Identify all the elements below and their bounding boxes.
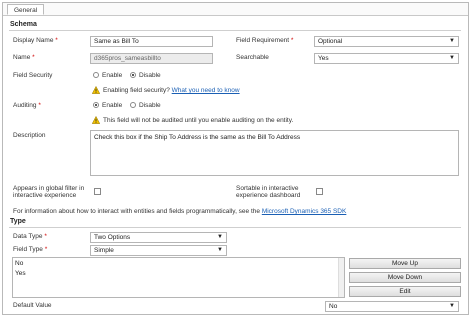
default-value-select[interactable]: No ▼ — [325, 301, 459, 312]
warning-icon — [92, 116, 100, 124]
name-input: d365pros_sameasbillto — [90, 53, 213, 64]
display-name-label: Display Name * — [13, 37, 58, 44]
chevron-down-icon: ▼ — [449, 38, 455, 44]
global-filter-checkbox[interactable] — [94, 188, 101, 195]
field-security-disable-radio[interactable] — [130, 72, 136, 78]
sdk-link[interactable]: Microsoft Dynamics 365 SDK — [262, 208, 347, 215]
move-up-button[interactable]: Move Up — [349, 258, 461, 269]
field-security-help-link[interactable]: What you need to know — [172, 87, 240, 94]
required-icon: * — [32, 54, 35, 61]
field-security-disable-label: Disable — [139, 72, 161, 79]
required-icon: * — [55, 37, 58, 44]
data-type-select[interactable]: Two Options ▼ — [90, 232, 227, 243]
entity-field-properties-window: General Schema Display Name * Same as Bi… — [2, 2, 469, 315]
field-type-label: Field Type * — [13, 246, 48, 253]
tab-bar: General — [3, 3, 468, 16]
list-item[interactable]: Yes — [15, 270, 26, 277]
searchable-label: Searchable — [236, 54, 269, 61]
field-security-note: Enabling field security? What you need t… — [103, 87, 240, 94]
schema-divider — [9, 30, 461, 31]
default-value-label: Default Value — [13, 302, 52, 309]
chevron-down-icon: ▼ — [449, 303, 455, 309]
options-list[interactable]: No Yes — [12, 257, 345, 298]
sdk-info-text: For information about how to interact wi… — [13, 208, 347, 215]
type-section-title: Type — [10, 218, 26, 225]
sortable-checkbox[interactable] — [316, 188, 323, 195]
display-name-input[interactable]: Same as Bill To — [90, 36, 213, 47]
field-requirement-label: Field Requirement * — [236, 37, 294, 44]
chevron-down-icon: ▼ — [217, 234, 223, 240]
data-type-value: Two Options — [94, 234, 131, 241]
edit-button[interactable]: Edit — [349, 286, 461, 297]
description-textarea[interactable]: Check this box if the Ship To Address is… — [90, 130, 459, 176]
auditing-label: Auditing * — [13, 102, 41, 109]
field-type-value: Simple — [94, 247, 114, 254]
required-icon: * — [44, 246, 48, 253]
auditing-enable-radio[interactable] — [93, 102, 99, 108]
chevron-down-icon: ▼ — [217, 247, 223, 253]
auditing-enable-label: Enable — [102, 102, 123, 109]
auditing-note: This field will not be audited until you… — [103, 117, 294, 124]
name-label: Name * — [13, 54, 35, 61]
type-divider — [9, 227, 461, 228]
description-label: Description — [13, 132, 46, 139]
sortable-label: Sortable in interactive experience dashb… — [236, 185, 301, 199]
required-icon: * — [44, 233, 47, 240]
scrollbar[interactable] — [338, 258, 344, 297]
tab-general[interactable]: General — [7, 4, 45, 15]
field-security-label: Field Security — [13, 72, 53, 79]
schema-section-title: Schema — [10, 21, 37, 28]
field-security-enable-label: Enable — [102, 72, 123, 79]
field-security-enable-radio[interactable] — [93, 72, 99, 78]
auditing-disable-radio[interactable] — [130, 102, 136, 108]
required-icon: * — [38, 102, 41, 109]
field-requirement-value: Optional — [318, 38, 343, 45]
required-icon: * — [290, 37, 294, 44]
move-down-button[interactable]: Move Down — [349, 272, 461, 283]
warning-icon — [92, 86, 100, 94]
chevron-down-icon: ▼ — [449, 55, 455, 61]
auditing-disable-label: Disable — [139, 102, 161, 109]
default-value-value: No — [329, 303, 338, 310]
field-requirement-select[interactable]: Optional ▼ — [314, 36, 459, 47]
field-type-select[interactable]: Simple ▼ — [90, 245, 227, 256]
data-type-label: Data Type * — [13, 233, 47, 240]
list-item[interactable]: No — [15, 260, 23, 267]
global-filter-label: Appears in global filter in interactive … — [13, 185, 85, 199]
searchable-value: Yes — [318, 55, 329, 62]
searchable-select[interactable]: Yes ▼ — [314, 53, 459, 64]
